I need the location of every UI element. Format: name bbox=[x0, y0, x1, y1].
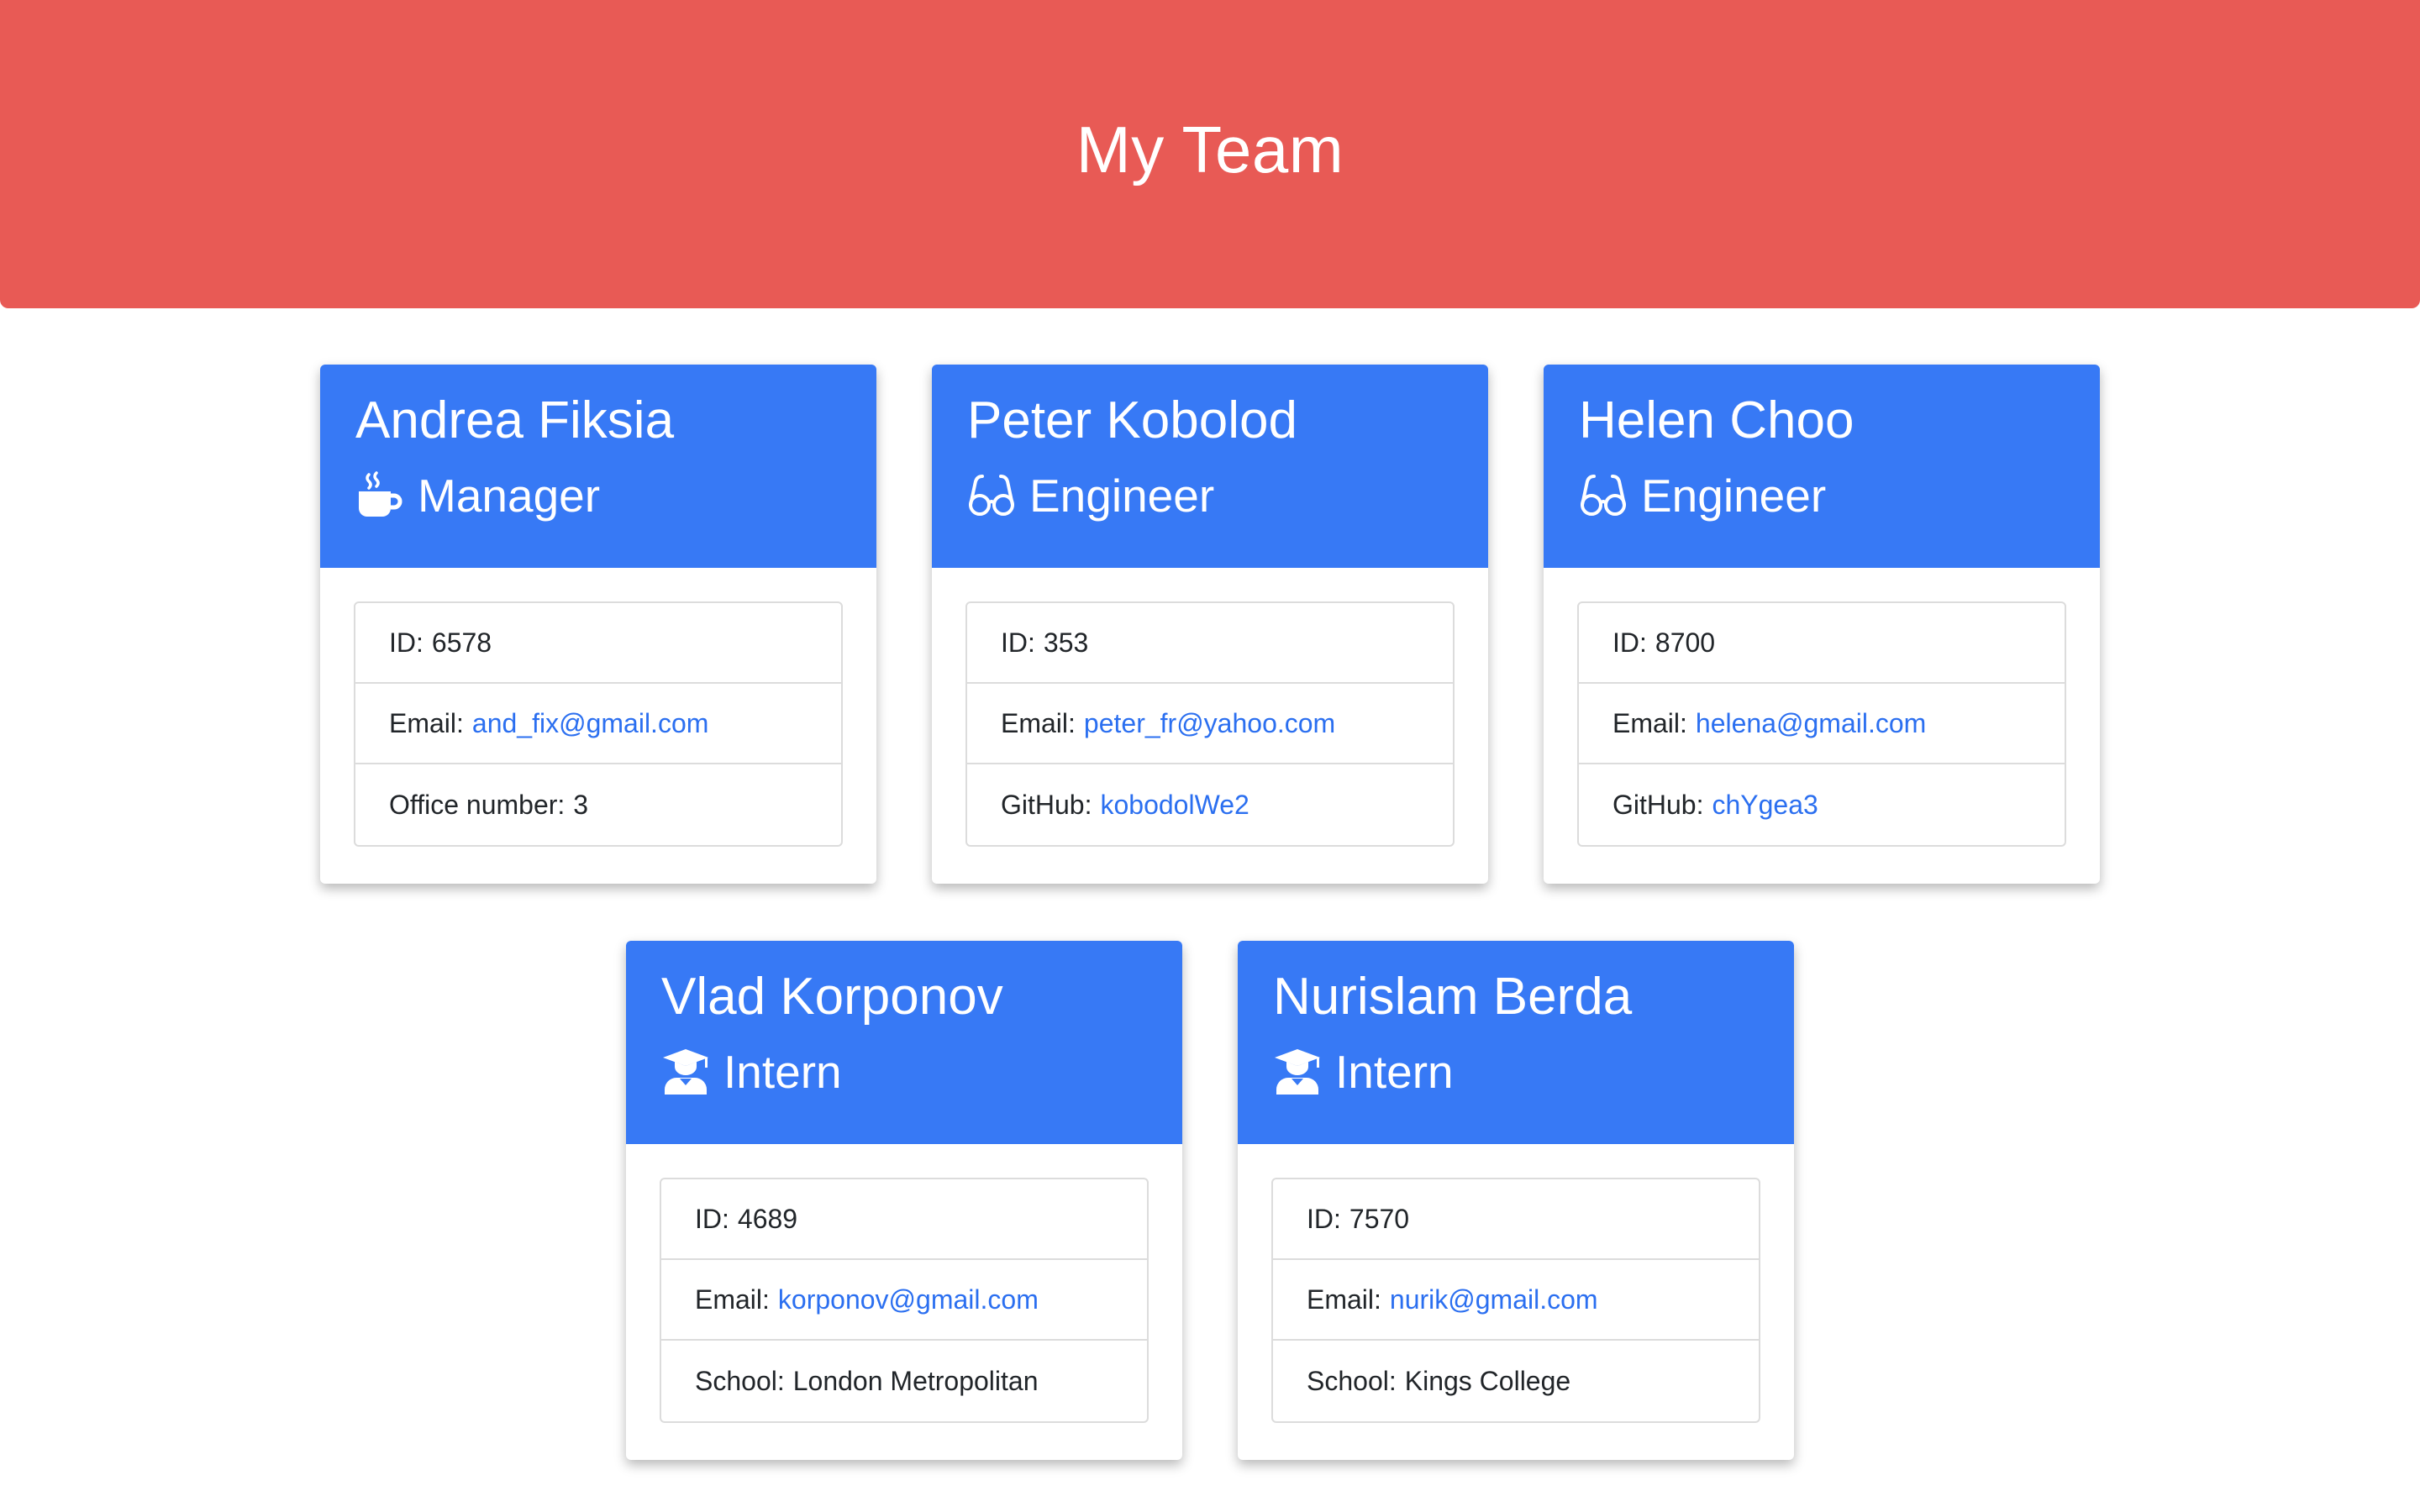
email-label: Email: bbox=[1612, 707, 1687, 738]
glasses-icon bbox=[967, 471, 1016, 520]
team-row-2: Vlad Korponov Intern ID: 4689 Email: kor… bbox=[0, 941, 2420, 1460]
id-value: 4689 bbox=[737, 1203, 798, 1234]
email-link[interactable]: peter_fr@yahoo.com bbox=[1084, 708, 1335, 739]
role-label: Engineer bbox=[1029, 470, 1215, 522]
graduate-icon bbox=[661, 1047, 710, 1096]
id-label: ID: bbox=[695, 1203, 729, 1234]
school-value: London Metropolitan bbox=[792, 1365, 1039, 1396]
employee-card: Vlad Korponov Intern ID: 4689 Email: kor… bbox=[626, 941, 1182, 1460]
employee-role: Manager bbox=[355, 465, 843, 526]
card-body: ID: 4689 Email: korponov@gmail.com Schoo… bbox=[626, 1144, 1182, 1423]
id-value: 7570 bbox=[1349, 1203, 1410, 1234]
email-label: Email: bbox=[1307, 1284, 1381, 1315]
id-label: ID: bbox=[1612, 627, 1647, 658]
employee-name: Peter Kobolod bbox=[967, 391, 1297, 449]
employee-card: Peter Kobolod Engineer ID: 353 Email: pe… bbox=[932, 365, 1488, 884]
id-item: ID: 353 bbox=[967, 603, 1453, 684]
info-list: ID: 7570 Email: nurik@gmail.com School: … bbox=[1271, 1178, 1760, 1423]
card-header: Nurislam Berda Intern bbox=[1238, 941, 1794, 1144]
office-number-item: Office number: 3 bbox=[355, 764, 841, 845]
email-label: Email: bbox=[389, 707, 464, 738]
email-link[interactable]: korponov@gmail.com bbox=[778, 1284, 1039, 1315]
info-list: ID: 6578 Email: and_fix@gmail.com Office… bbox=[354, 601, 843, 847]
coffee-mug-icon bbox=[355, 471, 404, 520]
page-title: My Team bbox=[1076, 113, 1344, 186]
id-label: ID: bbox=[1307, 1203, 1341, 1234]
card-body: ID: 353 Email: peter_fr@yahoo.com GitHub… bbox=[932, 568, 1488, 847]
role-label: Manager bbox=[418, 470, 601, 522]
info-list: ID: 8700 Email: helena@gmail.com GitHub:… bbox=[1577, 601, 2066, 847]
card-header: Helen Choo Engineer bbox=[1544, 365, 2100, 568]
school-label: School: bbox=[695, 1365, 785, 1396]
employee-card: Nurislam Berda Intern ID: 7570 Email: nu… bbox=[1238, 941, 1794, 1460]
email-item: Email: and_fix@gmail.com bbox=[355, 684, 841, 764]
id-item: ID: 7570 bbox=[1273, 1179, 1759, 1260]
email-link[interactable]: nurik@gmail.com bbox=[1390, 1284, 1598, 1315]
glasses-icon bbox=[1579, 471, 1628, 520]
email-label: Email: bbox=[695, 1284, 770, 1315]
page-header: My Team bbox=[0, 0, 2420, 308]
role-label: Intern bbox=[723, 1046, 842, 1098]
school-item: School: London Metropolitan bbox=[661, 1341, 1147, 1421]
employee-role: Intern bbox=[1273, 1042, 1760, 1102]
email-item: Email: peter_fr@yahoo.com bbox=[967, 684, 1453, 764]
github-item: GitHub: kobodolWe2 bbox=[967, 764, 1453, 845]
id-item: ID: 8700 bbox=[1579, 603, 2065, 684]
role-label: Intern bbox=[1335, 1046, 1454, 1098]
id-label: ID: bbox=[389, 627, 424, 658]
card-header: Vlad Korponov Intern bbox=[626, 941, 1182, 1144]
id-value: 8700 bbox=[1655, 627, 1716, 658]
email-item: Email: helena@gmail.com bbox=[1579, 684, 2065, 764]
id-item: ID: 6578 bbox=[355, 603, 841, 684]
employee-role: Engineer bbox=[967, 465, 1455, 526]
office-number-value: 3 bbox=[573, 789, 589, 820]
email-link[interactable]: and_fix@gmail.com bbox=[472, 708, 708, 739]
team-row-1: Andrea Fiksia Manager ID: 6578 Email: an… bbox=[0, 365, 2420, 884]
github-item: GitHub: chYgea3 bbox=[1579, 764, 2065, 845]
card-body: ID: 7570 Email: nurik@gmail.com School: … bbox=[1238, 1144, 1794, 1423]
employee-role: Intern bbox=[661, 1042, 1149, 1102]
employee-name: Helen Choo bbox=[1579, 391, 1854, 449]
card-header: Peter Kobolod Engineer bbox=[932, 365, 1488, 568]
id-value: 353 bbox=[1043, 627, 1089, 658]
id-label: ID: bbox=[1001, 627, 1035, 658]
employee-name: Vlad Korponov bbox=[661, 968, 1003, 1026]
employee-role: Engineer bbox=[1579, 465, 2066, 526]
github-label: GitHub: bbox=[1612, 789, 1704, 820]
id-item: ID: 4689 bbox=[661, 1179, 1147, 1260]
card-header: Andrea Fiksia Manager bbox=[320, 365, 876, 568]
employee-card: Helen Choo Engineer ID: 8700 Email: hele… bbox=[1544, 365, 2100, 884]
role-label: Engineer bbox=[1641, 470, 1827, 522]
card-body: ID: 6578 Email: and_fix@gmail.com Office… bbox=[320, 568, 876, 847]
employee-name: Nurislam Berda bbox=[1273, 968, 1633, 1026]
office-number-label: Office number: bbox=[389, 789, 566, 820]
github-link[interactable]: kobodolWe2 bbox=[1100, 790, 1249, 821]
github-link[interactable]: chYgea3 bbox=[1712, 790, 1818, 821]
card-body: ID: 8700 Email: helena@gmail.com GitHub:… bbox=[1544, 568, 2100, 847]
info-list: ID: 353 Email: peter_fr@yahoo.com GitHub… bbox=[965, 601, 1455, 847]
email-label: Email: bbox=[1001, 707, 1076, 738]
employee-name: Andrea Fiksia bbox=[355, 391, 675, 449]
email-item: Email: nurik@gmail.com bbox=[1273, 1260, 1759, 1341]
github-label: GitHub: bbox=[1001, 789, 1092, 820]
info-list: ID: 4689 Email: korponov@gmail.com Schoo… bbox=[660, 1178, 1149, 1423]
email-link[interactable]: helena@gmail.com bbox=[1696, 708, 1926, 739]
school-value: Kings College bbox=[1404, 1365, 1571, 1396]
school-item: School: Kings College bbox=[1273, 1341, 1759, 1421]
email-item: Email: korponov@gmail.com bbox=[661, 1260, 1147, 1341]
id-value: 6578 bbox=[431, 627, 492, 658]
graduate-icon bbox=[1273, 1047, 1322, 1096]
employee-card: Andrea Fiksia Manager ID: 6578 Email: an… bbox=[320, 365, 876, 884]
school-label: School: bbox=[1307, 1365, 1397, 1396]
